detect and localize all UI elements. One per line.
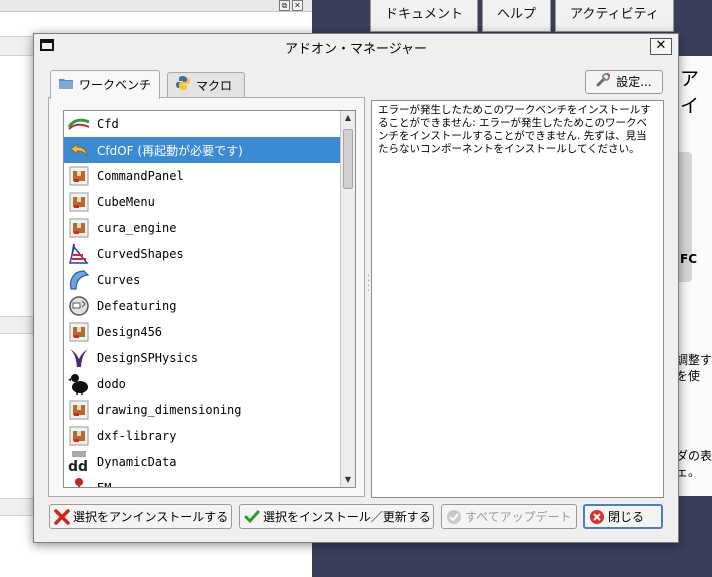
list-item-label: Curves [97,273,141,287]
svg-text:dd: dd [68,459,88,473]
list-item[interactable]: CfdOF (再起動が必要です) [64,137,341,163]
list-item[interactable]: Cfd [64,111,341,137]
scroll-down-arrow-icon[interactable]: ▼ [341,473,355,487]
close-label: 閉じる [608,510,645,524]
restore-icon[interactable]: ⧉ [279,0,290,11]
list-item[interactable]: cura_engine [64,215,341,241]
pane-splitter-handle[interactable]: · · · · [367,272,370,297]
list-item[interactable]: CurvedShapes [64,241,341,267]
em-icon [67,477,91,487]
tab-documents[interactable]: ドキュメント [370,0,479,32]
tab-macros[interactable]: マクロ [167,72,245,98]
dialog-close-button[interactable]: ✕ [650,38,672,55]
sph-icon [67,347,91,369]
cfd-icon [67,113,91,135]
list-item[interactable]: dodo [64,371,341,397]
list-item[interactable]: DesignSPHysics [64,345,341,371]
uninstall-button[interactable]: 選択をアンインストールする [49,504,232,529]
close-circle-icon [589,509,605,525]
dialog-titlebar[interactable]: アドオン・マネージャー ✕ [34,34,678,58]
workbench-description: エラーが発生したためこのワークベンチをインストールすることができません: エラー… [371,100,664,498]
list-item-label: drawing_dimensioning [97,403,242,417]
update-all-label: すべてアップデート [465,510,572,524]
background-tab-bar: ドキュメント ヘルプ アクティビティ [370,0,678,32]
list-scrollbar[interactable]: ▲ ▼ [340,111,355,487]
install-update-button[interactable]: 選択をインストール／更新する [239,504,434,529]
background-heading: ア イ [680,68,700,117]
package-icon [67,321,91,343]
undo-arrow-icon [67,139,91,161]
curved-shapes-icon [67,243,91,265]
dialog-title: アドオン・マネージャー [284,42,428,57]
list-item[interactable]: Design456 [64,319,341,345]
defeaturing-icon [67,295,91,317]
list-item-label: DesignSPHysics [97,351,199,365]
list-item-label: dxf-library [97,429,177,443]
close-icon[interactable]: ✕ [292,0,303,11]
scroll-up-arrow-icon[interactable]: ▲ [341,111,355,125]
green-check-icon [244,509,260,525]
list-item-label: Cfd [97,117,119,131]
workbench-list[interactable]: Cfd CfdOF (再起動が必要です) CommandPanel CubeMe… [63,110,356,488]
background-text-2: ダの表 ェ。 [676,449,712,479]
list-item-label: Design456 [97,325,163,339]
workbench-tab-pane: Cfd CfdOF (再起動が必要です) CommandPanel CubeMe… [48,97,365,497]
scrollbar-thumb[interactable] [343,129,353,189]
curves-icon [67,269,91,291]
list-item-label: DynamicData [97,455,177,469]
tab-help[interactable]: ヘルプ [482,0,552,32]
tab-workbenches-label: ワークベンチ [79,78,152,92]
wrench-icon [596,71,611,94]
list-item-label: CubeMenu [97,195,155,209]
list-item-label: CommandPanel [97,169,184,183]
uninstall-label: 選択をアンインストールする [73,510,229,524]
dodo-icon [67,373,91,395]
package-icon [67,425,91,447]
list-item[interactable]: Defeaturing [64,293,341,319]
list-item-label: dodo [97,377,126,391]
dynamicdata-icon: dd [67,451,91,473]
list-item-label: EM [97,481,112,488]
folder-icon [59,73,73,97]
settings-button[interactable]: 設定... [585,70,663,94]
addon-manager-dialog: アドオン・マネージャー ✕ ワークベンチ マクロ 設定... Cfd CfdOF… [33,33,679,543]
list-item[interactable]: dd DynamicData [64,449,341,475]
list-item-label: CfdOF (再起動が必要です) [97,143,243,158]
list-item-label: CurvedShapes [97,247,184,261]
list-item[interactable]: CubeMenu [64,189,341,215]
list-item[interactable]: EM [64,475,341,488]
tab-activity[interactable]: アクティビティ [555,0,674,32]
tab-macros-label: マクロ [196,78,233,93]
red-x-icon [54,508,70,525]
list-item-label: Defeaturing [97,299,177,313]
tab-workbenches[interactable]: ワークベンチ [50,70,161,99]
list-item-label: cura_engine [97,221,177,235]
install-update-label: 選択をインストール／更新する [263,510,431,524]
list-item[interactable]: Curves [64,267,341,293]
settings-label: 設定... [616,75,652,89]
check-circle-icon [446,509,462,525]
python-icon [176,74,190,98]
list-item[interactable]: dxf-library [64,423,341,449]
package-icon [67,191,91,213]
list-item[interactable]: CommandPanel [64,163,341,189]
background-text-1: 調整す を使 [676,353,712,383]
update-all-button[interactable]: すべてアップデート [441,504,577,529]
package-icon [67,399,91,421]
list-item[interactable]: drawing_dimensioning [64,397,341,423]
package-icon [67,165,91,187]
close-button[interactable]: 閉じる [583,504,663,529]
package-icon [67,217,91,239]
background-card-label: FC [680,252,698,266]
background-toolbar: ⧉ ✕ [0,0,312,12]
